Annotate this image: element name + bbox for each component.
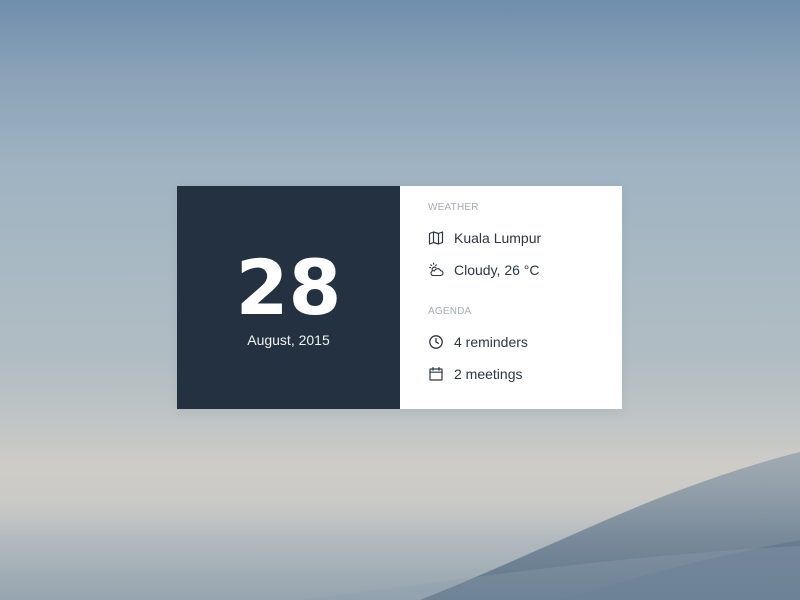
condition-label: Cloudy, 26 °C <box>454 262 540 278</box>
month-year-label: August, 2015 <box>247 332 330 348</box>
agenda-meetings-row[interactable]: 2 meetings <box>428 364 522 384</box>
weather-section-title: WEATHER <box>428 202 479 213</box>
day-number: 28 <box>235 243 342 332</box>
date-widget-card: 28 August, 2015 WEATHER Kuala Lumpur Clo… <box>177 186 622 409</box>
calendar-icon <box>428 366 444 382</box>
agenda-section-title: AGENDA <box>428 306 472 317</box>
info-panel: WEATHER Kuala Lumpur Cloudy, 26 °C AGEND… <box>400 186 622 409</box>
weather-condition-row[interactable]: Cloudy, 26 °C <box>428 260 540 280</box>
partly-cloudy-icon <box>428 262 444 278</box>
meetings-label: 2 meetings <box>454 366 523 382</box>
agenda-reminders-row[interactable]: 4 reminders <box>428 332 528 352</box>
location-label: Kuala Lumpur <box>454 230 542 246</box>
date-panel: 28 August, 2015 <box>177 186 400 409</box>
clock-icon <box>428 334 444 350</box>
reminders-label: 4 reminders <box>454 334 528 350</box>
weather-location-row[interactable]: Kuala Lumpur <box>428 228 541 248</box>
map-icon <box>428 230 444 246</box>
